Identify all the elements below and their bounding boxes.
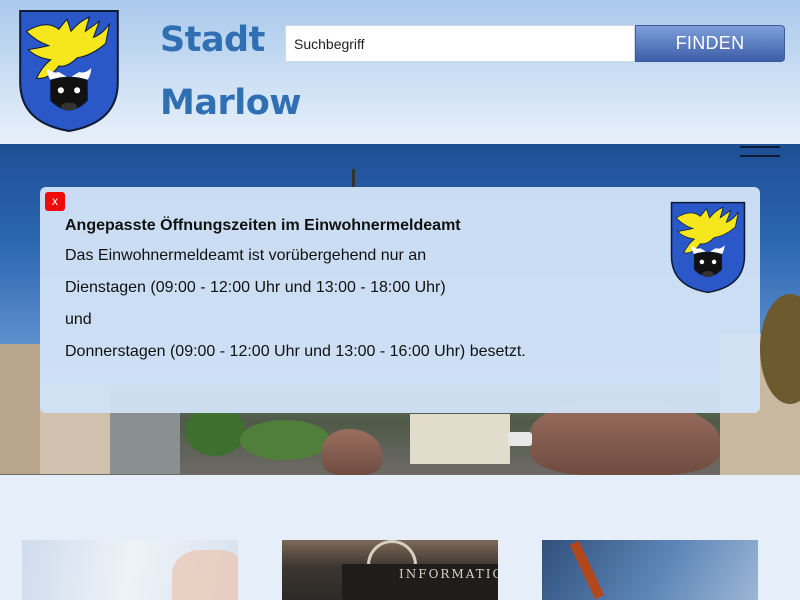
marlow-coat-of-arms-icon	[670, 201, 746, 294]
house-center	[410, 414, 510, 464]
service-tile-pen-writing[interactable]	[542, 540, 758, 600]
service-tile-hand-touch[interactable]	[22, 540, 238, 600]
notice-line: Donnerstagen (09:00 - 12:00 Uhr und 13:0…	[65, 343, 526, 360]
site-title-line-1[interactable]: Stadt	[160, 20, 265, 60]
hamburger-menu-icon[interactable]	[740, 146, 780, 166]
pen-decoration	[569, 540, 605, 600]
car	[508, 432, 532, 446]
tree	[185, 406, 245, 456]
notice-line: Das Einwohnermeldeamt ist vorübergehend …	[65, 247, 427, 264]
site-header: Stadt Marlow FINDEN	[0, 0, 800, 144]
search-input[interactable]	[285, 25, 635, 62]
site-title-line-2[interactable]: Marlow	[160, 83, 302, 123]
marlow-coat-of-arms-icon[interactable]	[18, 9, 120, 133]
information-sign-text: INFORMATIO	[399, 567, 498, 581]
house-left-3	[110, 412, 180, 474]
notice-line: Dienstagen (09:00 - 12:00 Uhr und 13:00 …	[65, 279, 446, 296]
antenna-decoration	[352, 169, 355, 189]
hand-photo-decoration	[172, 550, 238, 600]
notice-line: und	[65, 311, 92, 328]
notice-popup: x Angepasste Öffnungszeiten im Einwohner…	[40, 187, 760, 413]
notice-title: Angepasste Öffnungszeiten im Einwohnerme…	[65, 217, 461, 234]
search-button[interactable]: FINDEN	[635, 25, 785, 62]
service-tile-information[interactable]: INFORMATIO	[282, 540, 498, 600]
tree	[240, 420, 330, 460]
close-button[interactable]: x	[45, 192, 65, 211]
house-left	[0, 344, 40, 474]
arch-decoration	[367, 540, 417, 565]
